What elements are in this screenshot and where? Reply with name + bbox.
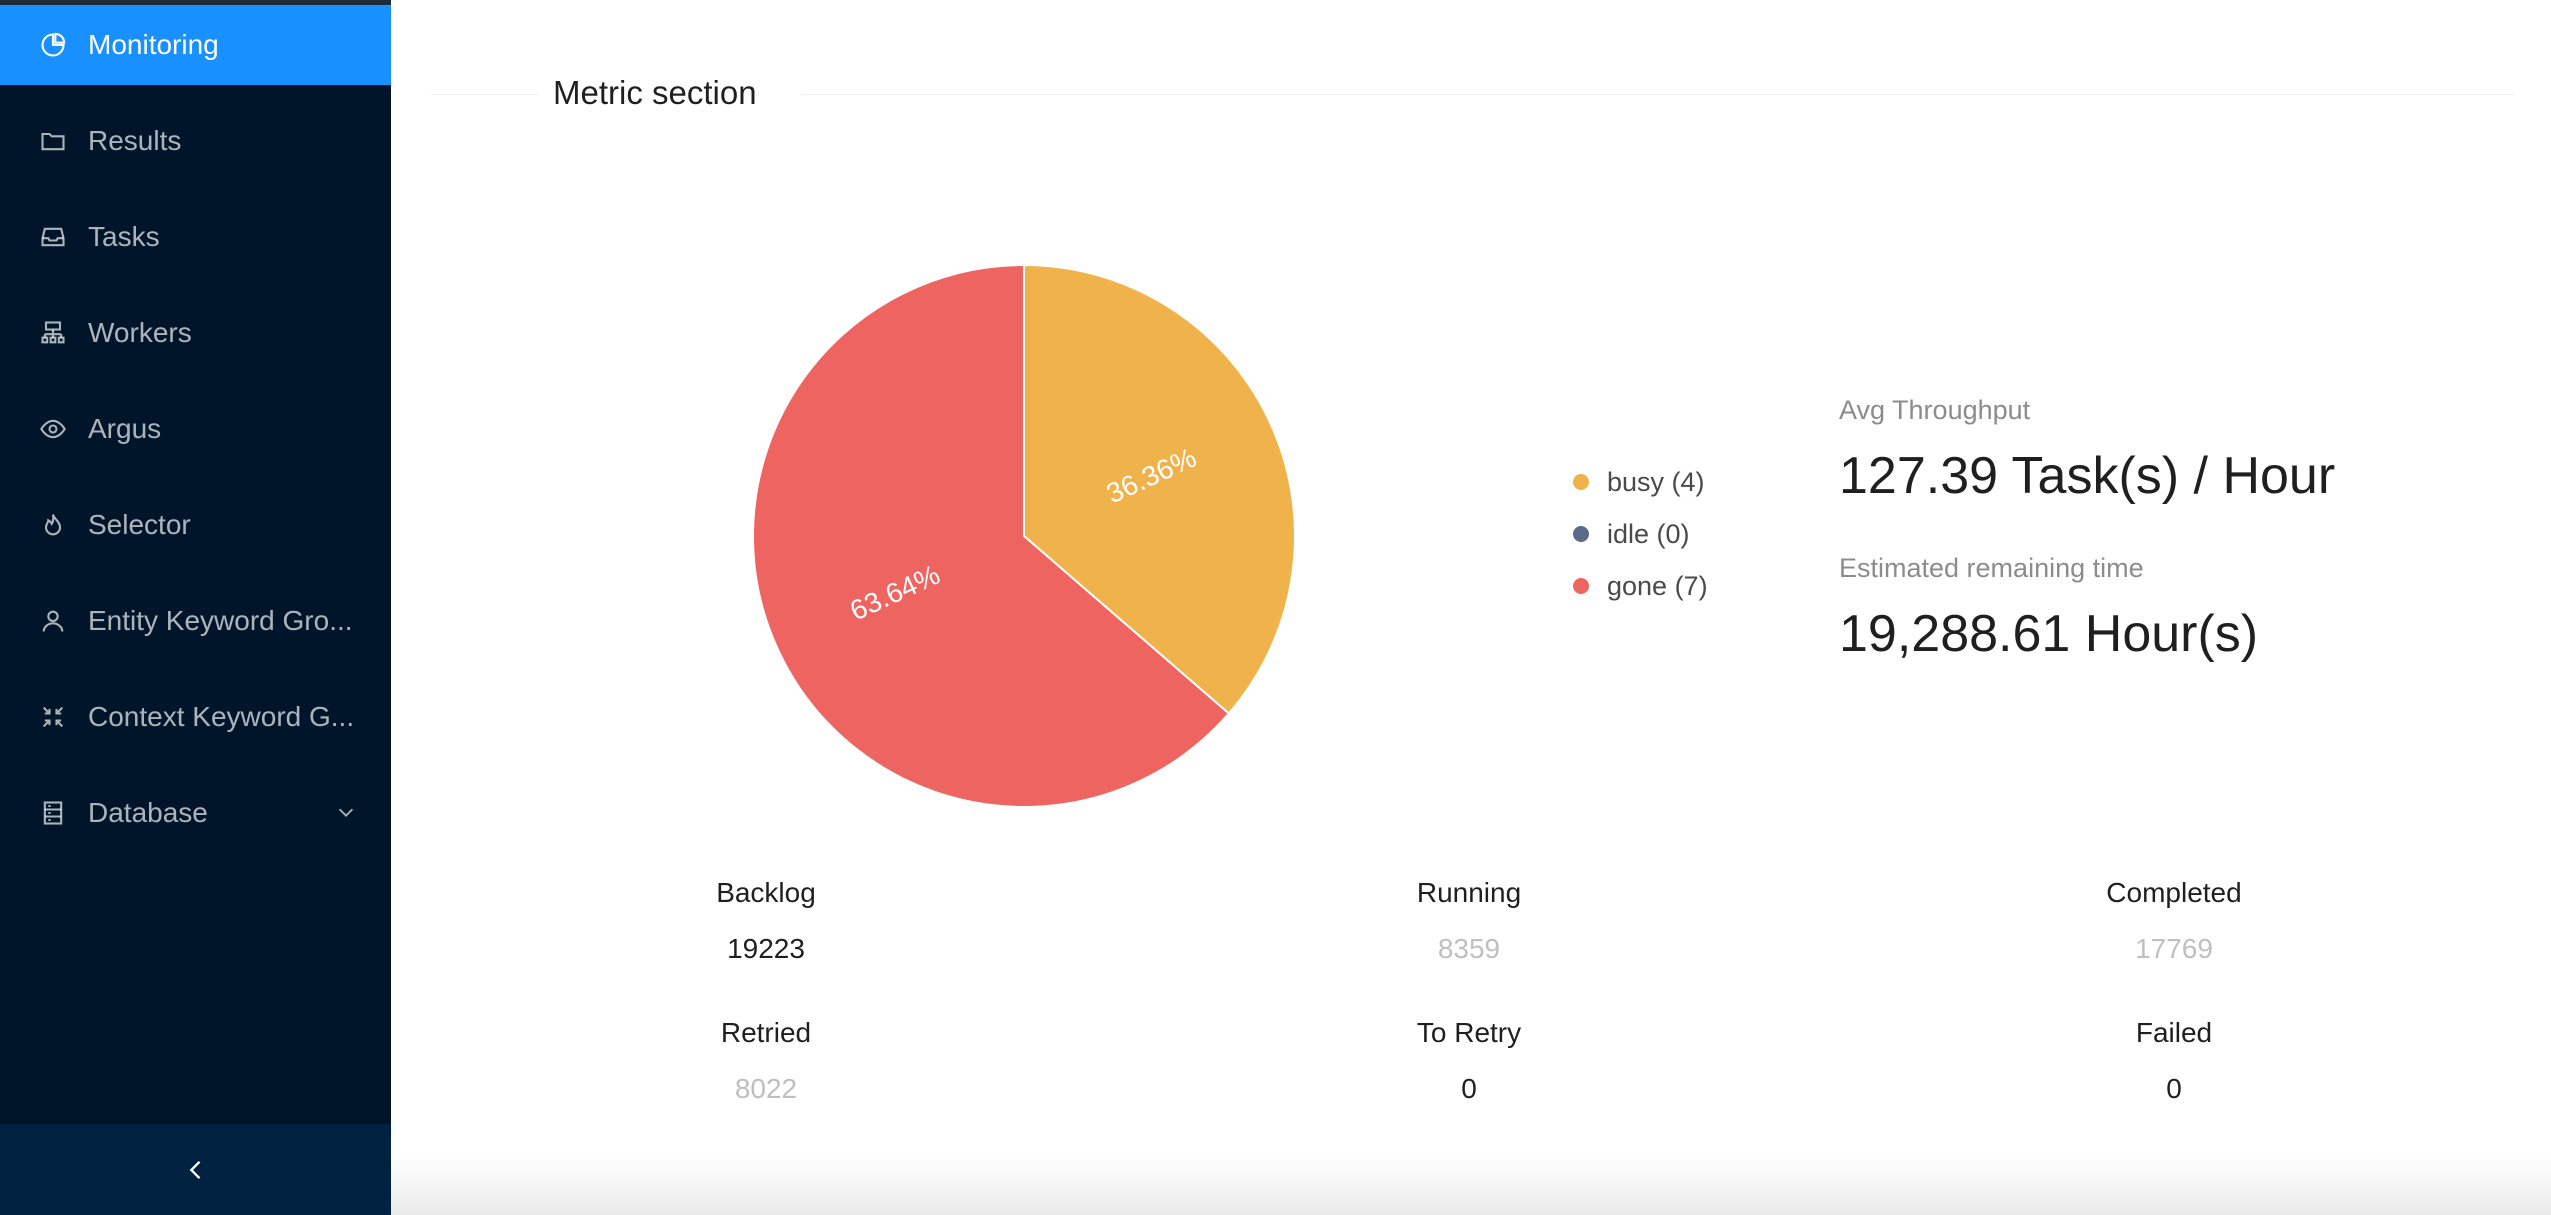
sidebar-item-monitoring[interactable]: Monitoring [0,5,391,85]
kpi-value: 19,288.61 Hour(s) [1839,605,2259,663]
section-divider-left [431,94,539,95]
legend-item-busy[interactable]: busy (4) [1573,456,1708,508]
section-title: Metric section [553,74,757,111]
sidebar-item-database[interactable]: Database [0,773,391,853]
stat-label: Completed [2106,877,2242,908]
sidebar-item-label: Results [88,125,182,156]
legend-item-gone[interactable]: gone (7) [1573,560,1708,612]
section-divider-right [801,94,2515,95]
stat-failed: Failed 0 [2024,1017,2324,1105]
stat-running: Running 8359 [1319,877,1619,965]
stat-value: 8359 [1437,933,1501,964]
sidebar-item-entity-keyword-groups[interactable]: Entity Keyword Gro... [0,581,391,661]
stat-label: Running [1416,877,1522,908]
pie-legend: busy (4) idle (0) gone (7) [1573,456,1708,612]
kpi-label: Avg Throughput [1839,395,2031,425]
sidebar-item-label: Tasks [88,221,160,252]
fire-icon [38,510,68,540]
stat-backlog: Backlog 19223 [616,877,916,965]
main-content: Metric section 36.36% 63.64% busy (4) idl… [391,0,2551,1215]
stat-completed: Completed 17769 [2024,877,2324,965]
legend-dot [1573,526,1589,542]
sidebar-item-label: Monitoring [88,29,219,60]
kpi-avg-throughput: Avg Throughput 127.39 Task(s) / Hour [1839,395,2335,506]
database-icon [38,798,68,828]
sidebar-collapse-button[interactable] [0,1124,391,1215]
sidebar-item-argus[interactable]: Argus [0,389,391,469]
pie-chart-svg: 36.36%63.64% [752,263,1296,808]
inbox-icon [38,222,68,252]
worker-status-pie-chart: 36.36% 63.64% [744,256,1304,816]
stat-label: To Retry [1416,1017,1522,1048]
stat-value: 8022 [734,1073,798,1104]
stat-value: 19223 [727,933,805,964]
legend-label: gone (7) [1607,570,1708,601]
stat-to-retry: To Retry 0 [1319,1017,1619,1105]
eye-icon [38,414,68,444]
sidebar-item-context-keyword-groups[interactable]: Context Keyword G... [0,677,391,757]
stat-value: 0 [2166,1073,2182,1104]
stat-value: 17769 [2135,933,2213,964]
sidebar-item-label: Entity Keyword Gro... [88,605,353,636]
compress-icon [38,702,68,732]
user-icon [38,606,68,636]
sidebar-item-results[interactable]: Results [0,101,391,181]
pie-chart-icon [38,30,68,60]
sidebar-item-label: Context Keyword G... [88,701,355,732]
chevron-down-icon[interactable] [335,801,357,823]
sidebar-item-selector[interactable]: Selector [0,485,391,565]
legend-dot [1573,474,1589,490]
stat-label: Backlog [716,877,816,908]
kpi-label: Estimated remaining time [1839,553,2144,583]
sidebar-item-label: Argus [88,413,162,444]
stat-retried: Retried 8022 [616,1017,916,1105]
legend-item-idle[interactable]: idle (0) [1573,508,1708,560]
legend-dot [1573,578,1589,594]
stat-label: Retried [720,1017,812,1048]
stat-value: 0 [1461,1073,1477,1104]
kpi-remaining-time: Estimated remaining time 19,288.61 Hour(… [1839,553,2258,664]
folder-icon [38,126,68,156]
sidebar-item-label: Workers [88,317,192,348]
sidebar: Monitoring Results Tasks Workers Argus S… [0,0,391,1215]
legend-label: busy (4) [1607,466,1705,497]
sidebar-item-label: Database [88,797,208,828]
sidebar-item-tasks[interactable]: Tasks [0,197,391,277]
bottom-fade [391,1155,2551,1215]
legend-label: idle (0) [1607,518,1690,549]
sidebar-item-workers[interactable]: Workers [0,293,391,373]
stat-label: Failed [2135,1017,2213,1048]
sidebar-item-label: Selector [88,509,191,540]
kpi-value: 127.39 Task(s) / Hour [1839,447,2336,505]
chevron-left-icon [189,1160,200,1179]
cluster-icon [38,318,68,348]
